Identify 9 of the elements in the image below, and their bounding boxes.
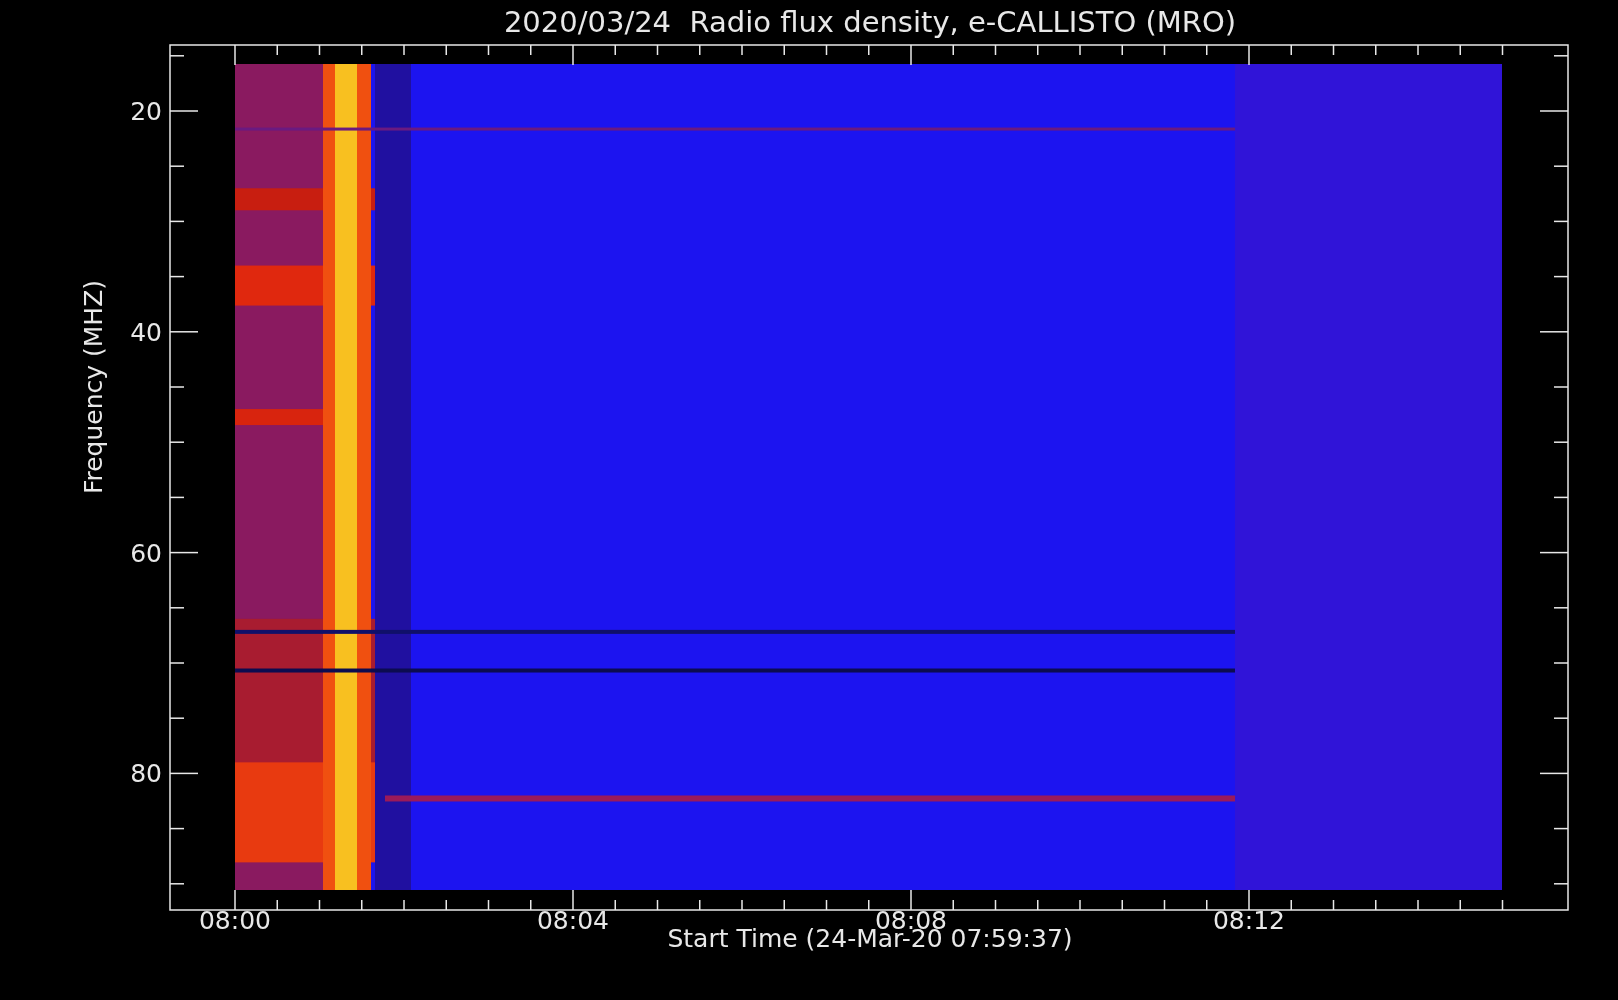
y-tick-label: 80 xyxy=(130,759,162,789)
y-tick-label: 40 xyxy=(130,317,162,347)
y-tick-label: 60 xyxy=(130,538,162,568)
chart-title: 2020/03/24 Radio flux density, e-CALLISTO (MRO) xyxy=(503,7,1237,37)
y-tick-label: 20 xyxy=(130,97,162,126)
x-tick-label: 08:04 xyxy=(537,906,609,934)
x-tick-label: 08:12 xyxy=(1213,906,1285,934)
x-tick-label: 08:00 xyxy=(199,906,271,934)
y-axis-title: Frequency (MHZ) xyxy=(79,279,108,495)
